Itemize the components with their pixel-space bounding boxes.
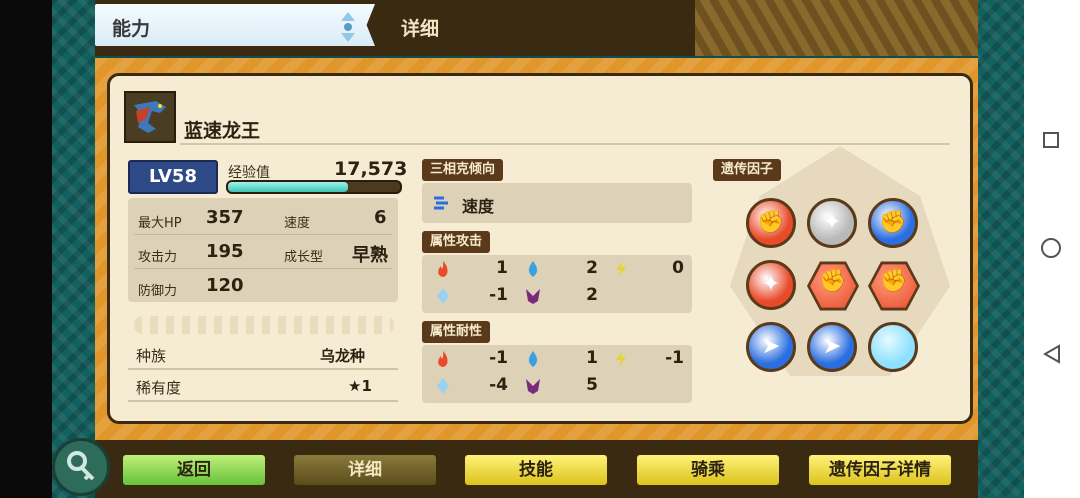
dragon-icon (526, 379, 540, 394)
resist-ice: -4 (489, 375, 508, 395)
water-icon (528, 261, 538, 277)
tab-ability-label: 能力 (112, 18, 151, 40)
resist-thunder: -1 (665, 348, 684, 368)
key-lock-icon (67, 451, 95, 481)
gene-slot-speed-icon[interactable]: ➤ (746, 322, 796, 372)
recent-apps-icon[interactable] (1043, 132, 1059, 148)
gene-glyph: ✊ (879, 210, 907, 235)
thunder-icon (616, 351, 626, 367)
tab-ability[interactable]: 能力 (95, 4, 375, 46)
affinity-box: 速度 (422, 183, 692, 223)
gene-slot-power-icon[interactable]: ✊ (746, 198, 796, 248)
genes-title: 遗传因子 (713, 159, 782, 181)
attack-label: 攻击力 (138, 250, 178, 265)
resist-water: 1 (586, 348, 598, 368)
fire-icon (438, 351, 448, 367)
back-triangle-icon[interactable] (1043, 344, 1061, 364)
gene-glyph: ✦ (761, 272, 781, 297)
growth-value: 早熟 (352, 245, 388, 266)
exp-label: 经验值 (228, 165, 270, 181)
defense-label: 防御力 (138, 284, 178, 299)
ice-icon (437, 378, 449, 394)
raptor-icon (126, 93, 174, 141)
attack-thunder: 0 (672, 258, 684, 278)
level-badge: LV58 (128, 160, 218, 194)
rarity-value: ★1 (348, 377, 372, 395)
race-value: 乌龙种 (320, 347, 366, 365)
attack-fire: 1 (496, 258, 508, 278)
resist-fire: -1 (489, 348, 508, 368)
monster-name: 蓝速龙王 (184, 120, 261, 142)
gene-detail-button[interactable]: 遗传因子详情 (806, 452, 954, 488)
hp-label: 最大HP (138, 216, 182, 231)
detail-panel: 蓝速龙王 LV58 经验值 17,573 最大HP 357 速度 6 攻击力 1… (107, 73, 973, 424)
water-icon (528, 351, 538, 367)
fire-icon (438, 261, 448, 277)
gene-glyph (871, 325, 915, 369)
decorative-wave (134, 316, 394, 334)
ride-button[interactable]: 骑乘 (634, 452, 782, 488)
gene-slot-speed-icon[interactable]: ➤ (807, 322, 857, 372)
gene-glyph: ➤ (761, 334, 781, 359)
dragon-icon (526, 289, 540, 304)
gene-slot-power-icon[interactable]: ✊ (868, 198, 918, 248)
stats-separator (134, 268, 392, 269)
left-black-bar (0, 0, 52, 498)
game-screen: 能力 详细 蓝速龙王 LV58 经验值 17,573 最大HP 357 速度 6… (0, 0, 1024, 498)
main-frame: 蓝速龙王 LV58 经验值 17,573 最大HP 357 速度 6 攻击力 1… (95, 58, 978, 440)
stats-box: 最大HP 357 速度 6 攻击力 195 成长型 早熟 防御力 120 (128, 198, 398, 302)
gene-slot-technique-icon[interactable]: ✦ (807, 198, 857, 248)
hp-value: 357 (206, 207, 244, 228)
exp-bar-fill (228, 182, 349, 192)
top-bar: 能力 详细 (95, 0, 978, 56)
growth-label: 成长型 (284, 250, 324, 265)
detail-button[interactable]: 详细 (291, 452, 439, 488)
lock-button[interactable] (52, 438, 110, 496)
speed-value: 6 (374, 207, 387, 228)
back-button[interactable]: 返回 (120, 452, 268, 488)
element-resist-title: 属性耐性 (422, 321, 491, 343)
top-bar-pattern (695, 0, 978, 56)
stats-separator (134, 234, 392, 235)
skills-button[interactable]: 技能 (462, 452, 610, 488)
right-pattern (978, 0, 1024, 498)
gene-slot-technique-icon[interactable]: ✦ (746, 260, 796, 310)
attack-water: 2 (586, 258, 598, 278)
affinity-title: 三相克倾向 (422, 159, 504, 181)
resist-dragon: 5 (586, 375, 598, 395)
element-attack-box: 1 2 0 -1 2 (422, 255, 692, 313)
gene-slot-empty-icon[interactable] (868, 322, 918, 372)
gene-glyph: ➤ (822, 334, 842, 359)
ice-icon (437, 288, 449, 304)
exp-value: 17,573 (334, 158, 408, 180)
attack-value: 195 (206, 241, 244, 262)
name-divider (180, 143, 950, 145)
attack-dragon: 2 (586, 285, 598, 305)
up-down-arrow-icon (341, 12, 355, 42)
speed-icon (434, 196, 448, 210)
attack-ice: -1 (489, 285, 508, 305)
gene-glyph: ✦ (822, 210, 842, 235)
tab-detail[interactable]: 详细 (401, 14, 439, 41)
element-attack-title: 属性攻击 (422, 231, 491, 253)
rarity-label: 稀有度 (136, 379, 182, 397)
affinity-value: 速度 (462, 197, 495, 216)
defense-value: 120 (206, 275, 244, 296)
gene-glyph: ✊ (757, 210, 785, 235)
element-resist-box: -1 1 -1 -4 5 (422, 345, 692, 403)
info-divider (128, 400, 398, 402)
race-label: 种族 (136, 347, 167, 365)
speed-label: 速度 (284, 216, 311, 231)
exp-bar (226, 180, 402, 194)
info-divider (128, 368, 398, 370)
monster-icon (124, 91, 176, 143)
thunder-icon (616, 261, 626, 277)
home-icon[interactable] (1041, 238, 1061, 258)
